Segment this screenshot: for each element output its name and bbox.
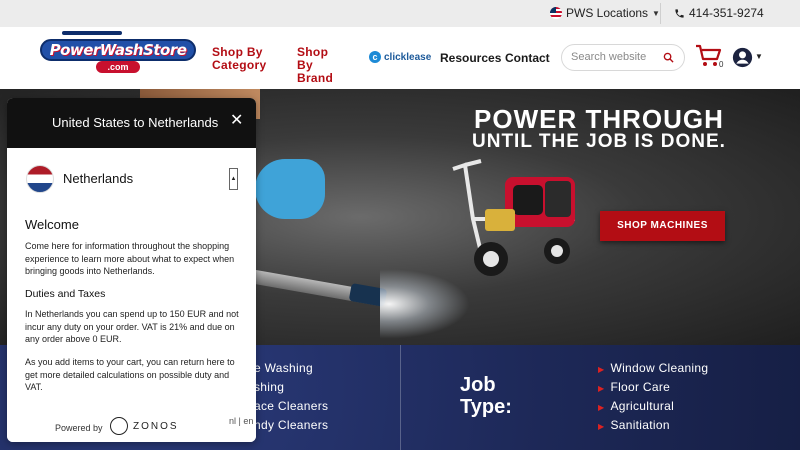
job-type-label: Sanitiation [610,418,670,432]
hero-title-line2: UNTIL THE JOB IS DONE. [472,131,726,152]
job-type-heading-line2: Type: [460,396,512,418]
triangle-bullet-icon: ▶ [598,422,605,431]
job-type-label: Window Cleaning [610,361,709,375]
nav-shop-by-brand[interactable]: Shop By Brand [297,46,347,85]
category-link[interactable]: ace Cleaners [254,399,328,413]
triangle-bullet-icon: ▶ [598,403,605,412]
chevron-down-icon[interactable]: ▼ [755,52,763,61]
welcome-text: Come here for information throughout the… [25,241,235,276]
cart-count: 0 [719,60,724,69]
duties-heading: Duties and Taxes [25,288,106,300]
triangle-bullet-icon: ▶ [598,365,605,374]
job-type-label: Agricultural [610,399,675,413]
popup-title: United States to Netherlands [52,115,219,130]
category-link[interactable]: e Washing [254,361,313,375]
chevron-down-icon[interactable]: ▲ [229,168,238,190]
phone-icon [675,8,684,18]
job-type-link[interactable]: ▶ Floor Care [598,380,670,394]
triangle-bullet-icon: ▶ [598,384,605,393]
nav-shop-by-category-label: Shop By Category [212,45,267,72]
pws-locations-dropdown[interactable]: PWS Locations ▼ [550,6,660,20]
netherlands-flag-icon [26,165,54,193]
site-logo[interactable]: PowerWashStore .com [40,31,196,73]
us-flag-icon [550,7,562,19]
nav-shop-by-category[interactable]: Shop By Category [212,46,272,72]
cart-info-text: As you add items to your cart, you can r… [25,357,235,392]
phone-link[interactable]: 414-351-9274 [674,6,764,20]
zonos-brand: ZONOS [133,421,179,432]
zonos-logo-icon [110,417,128,435]
job-type-link[interactable]: ▶ Window Cleaning [598,361,708,375]
search-box [561,44,685,71]
top-utility-bar: PWS Locations ▼ 414-351-9274 [0,0,800,27]
phone-number: 414-351-9274 [689,6,764,20]
job-type-heading-line1: Job [460,374,496,396]
logo-text: PowerWashStore [40,39,196,61]
close-icon[interactable]: ✕ [230,110,243,130]
country-select-value: Netherlands [63,171,134,186]
job-type-link[interactable]: ▶ Agricultural [598,399,674,413]
job-type-label: Floor Care [610,380,671,394]
divider [660,3,661,24]
country-select[interactable]: Netherlands ▲ [24,164,239,194]
popup-footer: Powered by ZONOS nl | en [7,412,256,442]
pws-locations-label: PWS Locations [566,6,649,20]
pressure-washer-machine-image [452,159,575,276]
nav-resources[interactable]: Resources [440,51,501,65]
divider [400,345,401,450]
clicklease-logo-icon: c [369,51,381,63]
zonos-welcome-popup: United States to Netherlands ✕ Netherlan… [7,98,256,442]
category-link[interactable]: ndy Cleaners [254,418,328,432]
clicklease-label: clicklease [384,51,432,63]
chevron-down-icon: ▼ [652,8,660,18]
user-account-icon[interactable] [732,47,753,68]
nav-clicklease[interactable]: c clicklease [369,51,431,63]
job-type-link[interactable]: ▶ Sanitiation [598,418,670,432]
glove-image [255,159,325,219]
main-header: PowerWashStore .com Shop By Category Sho… [0,27,800,89]
welcome-heading: Welcome [25,217,79,232]
job-type-heading: Job Type: [460,374,512,418]
search-icon[interactable] [663,52,674,63]
popup-header: United States to Netherlands ✕ [7,98,256,148]
nav-shop-by-brand-label: Shop By Brand [297,45,334,85]
category-link[interactable]: shing [254,380,284,394]
language-switcher[interactable]: nl | en [229,416,253,426]
nav-contact[interactable]: Contact [505,51,550,65]
powered-by-label: Powered by [55,423,103,433]
search-input[interactable] [571,51,661,63]
shop-machines-button[interactable]: SHOP MACHINES [600,211,725,241]
logo-subtext: .com [96,61,140,73]
logo-spray-gun-icon [62,31,122,35]
duties-text: In Netherlands you can spend up to 150 E… [25,309,239,344]
